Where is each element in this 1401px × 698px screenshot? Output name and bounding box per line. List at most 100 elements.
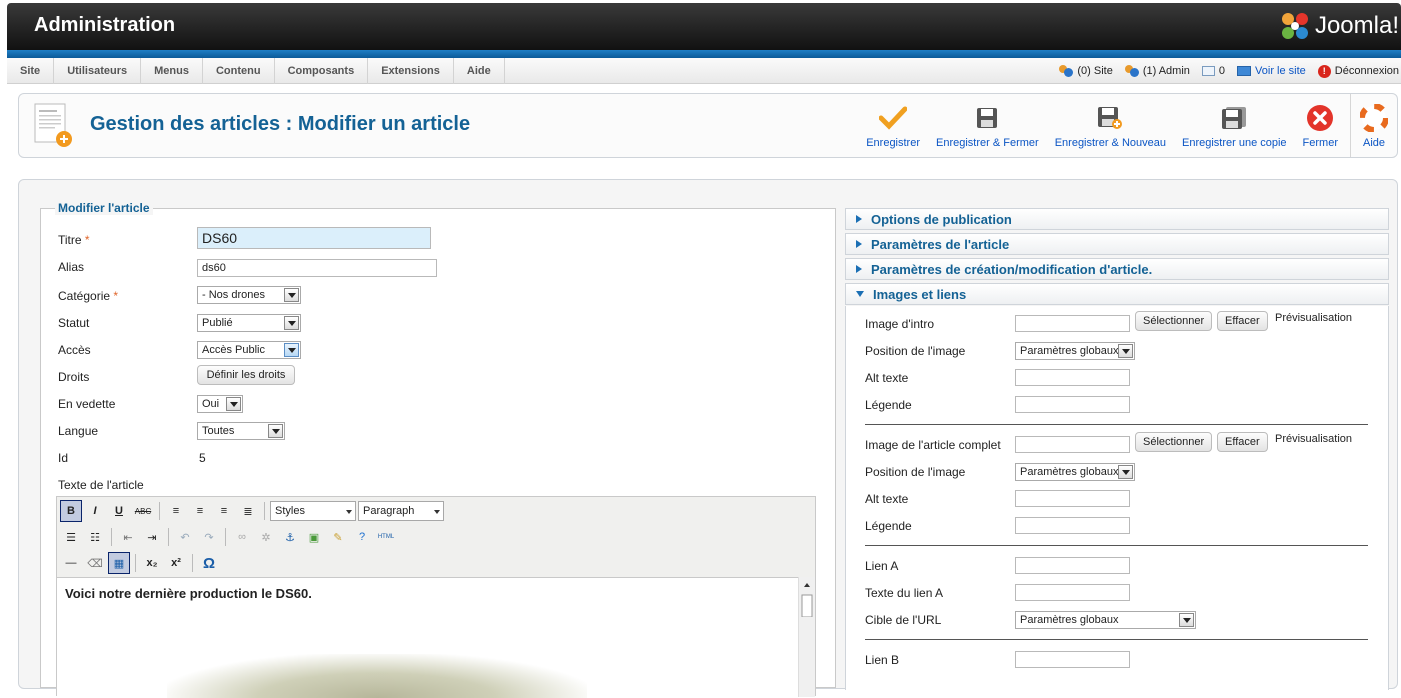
status-select[interactable]: Publié [197,314,301,332]
full-alt-input[interactable] [1015,490,1130,507]
access-select[interactable]: Accès Public [197,341,301,359]
chevron-down-icon [1118,344,1133,358]
save-copy-button[interactable]: Enregistrer une copie [1174,94,1295,157]
editor-toolbar-row-1: B I U ABC ≡ ≡ ≡ ≣ Styles Paragraph [60,499,444,523]
accordion-images-links[interactable]: Images et liens [845,283,1389,305]
align-right-icon[interactable]: ≡ [213,500,235,522]
language-label: Langue [58,424,99,438]
intro-image-input[interactable] [1015,315,1130,332]
align-center-icon[interactable]: ≡ [189,500,211,522]
undo-icon[interactable]: ↶ [174,526,196,548]
redo-icon[interactable]: ↷ [198,526,220,548]
full-position-select[interactable]: Paramètres globaux [1015,463,1135,481]
joomla-logo-icon [1281,13,1308,39]
full-clear-button[interactable]: Effacer [1217,432,1268,452]
unlink-icon[interactable]: ✲ [255,526,277,548]
users-icon [1059,65,1074,77]
editor-content-area[interactable]: Voici notre dernière production le DS60. [57,577,799,698]
html-icon[interactable]: HTML [375,526,397,548]
horizontal-rule-icon[interactable]: — [60,552,82,574]
full-image-label: Image de l'article complet [865,438,1001,452]
link-a-text-input[interactable] [1015,584,1130,601]
full-position-label: Position de l'image [865,465,966,479]
url-target-select[interactable]: Paramètres globaux [1015,611,1196,629]
intro-alt-input[interactable] [1015,369,1130,386]
accordion-article-params[interactable]: Paramètres de l'article [845,233,1389,255]
toolbar-box: Gestion des articles : Modifier un artic… [18,93,1398,158]
category-select[interactable]: - Nos drones [197,286,301,304]
menu-components[interactable]: Composants [275,58,369,84]
intro-select-button[interactable]: Sélectionner [1135,311,1213,331]
intro-clear-button[interactable]: Effacer [1217,311,1268,331]
full-image-input[interactable] [1015,436,1130,453]
anchor-icon[interactable]: ⚓ [279,526,301,548]
joomla-logo[interactable]: Joomla! [1279,9,1399,43]
save-close-button[interactable]: Enregistrer & Fermer [928,94,1047,157]
alias-input[interactable]: ds60 [197,259,437,277]
menu-content[interactable]: Contenu [203,58,275,84]
styles-dropdown[interactable]: Styles [270,501,356,521]
editor-scrollbar[interactable] [798,577,815,697]
intro-position-label: Position de l'image [865,344,966,358]
superscript-icon[interactable]: x² [165,552,187,574]
align-justify-icon[interactable]: ≣ [237,500,259,522]
title-input[interactable]: DS60 [197,227,431,249]
bold-button[interactable]: B [60,500,82,522]
alias-label: Alias [58,260,85,274]
title-label: Titre * [58,233,90,247]
special-char-icon[interactable]: Ω [198,552,220,574]
category-label: Catégorie * [58,289,119,303]
underline-button[interactable]: U [108,500,130,522]
align-left-icon[interactable]: ≡ [165,500,187,522]
save-button[interactable]: Enregistrer [858,94,928,157]
link-a-text-label: Texte du lien A [865,586,944,600]
status-messages[interactable]: 0 [1201,65,1225,77]
numbered-list-icon[interactable]: ☷ [84,526,106,548]
menu-extensions[interactable]: Extensions [368,58,454,84]
eraser-icon[interactable]: ⌫ [84,552,106,574]
link-b-input[interactable] [1015,651,1130,668]
chevron-down-icon [284,288,299,302]
outdent-icon[interactable]: ⇤ [117,526,139,548]
table-icon[interactable]: ▦ [108,552,130,574]
intro-position-select[interactable]: Paramètres globaux [1015,342,1135,360]
menu-menus[interactable]: Menus [141,58,203,84]
access-label: Accès [58,343,91,357]
editor-toolbar-row-2: ☰ ☷ ⇤ ⇥ ↶ ↷ ∞ ✲ ⚓ ▣ ✎ ? HTML [60,525,397,549]
article-fieldset: Modifier l'article Titre * DS60 Alias ds… [40,201,836,698]
language-select[interactable]: Toutes [197,422,285,440]
link-a-input[interactable] [1015,557,1130,574]
format-dropdown[interactable]: Paragraph [358,501,444,521]
set-rights-button[interactable]: Définir les droits [197,365,295,385]
accordion-publication[interactable]: Options de publication [845,208,1389,230]
link-icon[interactable]: ∞ [231,526,253,548]
subscript-icon[interactable]: x₂ [141,552,163,574]
logout-link[interactable]: ! Déconnexion [1317,64,1399,78]
full-select-button[interactable]: Sélectionner [1135,432,1213,452]
image-icon[interactable]: ▣ [303,526,325,548]
intro-preview-label: Prévisualisation [1275,312,1353,324]
header-title: Administration [34,14,176,36]
floppy-copy-icon [1219,103,1249,133]
featured-select[interactable]: Oui [197,395,243,413]
bullet-list-icon[interactable]: ☰ [60,526,82,548]
chevron-down-icon [226,397,241,411]
intro-caption-input[interactable] [1015,396,1130,413]
full-caption-input[interactable] [1015,517,1130,534]
save-new-button[interactable]: Enregistrer & Nouveau [1047,94,1174,157]
accordion-creation-params[interactable]: Paramètres de création/modification d'ar… [845,258,1389,280]
help-button[interactable]: Aide [1350,94,1397,157]
menu-users[interactable]: Utilisateurs [54,58,142,84]
indent-icon[interactable]: ⇥ [141,526,163,548]
help-icon[interactable]: ? [351,526,373,548]
rich-text-editor: B I U ABC ≡ ≡ ≡ ≣ Styles Paragraph ☰ ☷ ⇤… [56,496,816,698]
strikethrough-button[interactable]: ABC [132,500,154,522]
italic-button[interactable]: I [84,500,106,522]
menu-site[interactable]: Site [7,58,55,84]
menu-help[interactable]: Aide [454,58,505,84]
close-button[interactable]: Fermer [1295,94,1346,157]
chevron-down-icon [1118,465,1133,479]
view-site-link[interactable]: Voir le site [1237,65,1306,77]
cleanup-icon[interactable]: ✎ [327,526,349,548]
close-icon [1305,103,1335,133]
